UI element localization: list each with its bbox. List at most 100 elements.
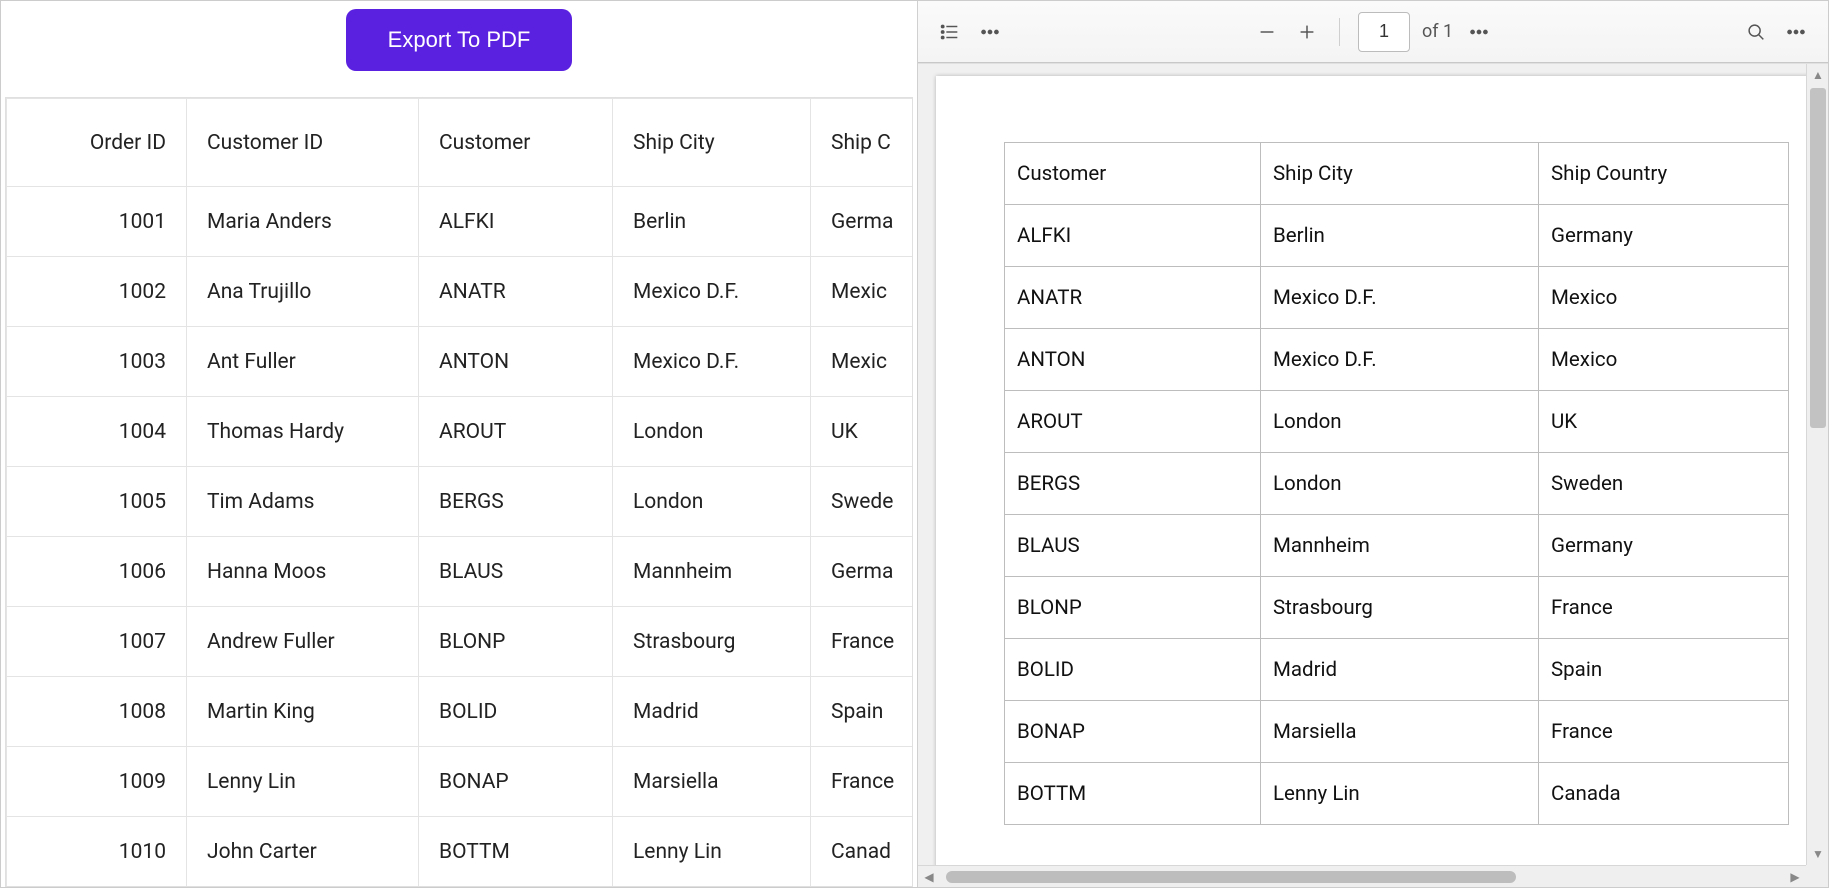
page-count-label: of 1	[1422, 21, 1453, 42]
pdf-cell-ship-country: Mexico	[1539, 329, 1789, 391]
cell-customer-id: Thomas Hardy	[187, 397, 419, 467]
cell-customer: BLAUS	[419, 537, 613, 607]
page-number-input[interactable]	[1358, 12, 1410, 52]
cell-ship-city: London	[613, 397, 811, 467]
pdf-cell-customer: BONAP	[1005, 701, 1261, 763]
cell-customer: BOTTM	[419, 817, 613, 887]
pdf-cell-ship-city: Madrid	[1261, 639, 1539, 701]
table-row[interactable]: 1007Andrew FullerBLONPStrasbourgFrance	[7, 607, 914, 677]
cell-ship-country: Mexic	[811, 257, 914, 327]
horizontal-scroll-thumb[interactable]	[946, 871, 1516, 883]
pdf-cell-customer: BOTTM	[1005, 763, 1261, 825]
scroll-up-arrow-icon[interactable]: ▲	[1807, 64, 1828, 86]
pdf-cell-customer: AROUT	[1005, 391, 1261, 453]
pdf-viewport[interactable]: Customer Ship City Ship Country ALFKIBer…	[918, 63, 1828, 887]
cell-customer-id: Ana Trujillo	[187, 257, 419, 327]
col-ship-city[interactable]: Ship City	[613, 99, 811, 187]
cell-customer: AROUT	[419, 397, 613, 467]
pdf-cell-customer: BLAUS	[1005, 515, 1261, 577]
col-ship-country[interactable]: Ship C	[811, 99, 914, 187]
pdf-cell-customer: BOLID	[1005, 639, 1261, 701]
pdf-cell-ship-city: Mexico D.F.	[1261, 267, 1539, 329]
pdf-cell-ship-country: France	[1539, 701, 1789, 763]
pdf-row: BLAUSMannheimGermany	[1005, 515, 1789, 577]
table-row[interactable]: 1002Ana TrujilloANATRMexico D.F.Mexic	[7, 257, 914, 327]
cell-ship-city: Lenny Lin	[613, 817, 811, 887]
scroll-left-arrow-icon[interactable]: ◀	[918, 866, 940, 887]
cell-customer-id: Martin King	[187, 677, 419, 747]
table-row[interactable]: 1009Lenny LinBONAPMarsiellaFrance	[7, 747, 914, 817]
cell-customer: BERGS	[419, 467, 613, 537]
table-row[interactable]: 1010John CarterBOTTMLenny LinCanad	[7, 817, 914, 887]
more-right-icon[interactable]	[1782, 18, 1810, 46]
cell-order-id: 1003	[7, 327, 187, 397]
table-row[interactable]: 1006Hanna MoosBLAUSMannheimGerma	[7, 537, 914, 607]
vertical-scrollbar[interactable]: ▲ ▼	[1806, 64, 1828, 865]
horizontal-scrollbar[interactable]: ◀ ▶	[918, 865, 1806, 887]
pdf-cell-ship-country: UK	[1539, 391, 1789, 453]
col-order-id[interactable]: Order ID	[7, 99, 187, 187]
scrollbar-corner	[1806, 865, 1828, 887]
cell-order-id: 1008	[7, 677, 187, 747]
cell-order-id: 1001	[7, 187, 187, 257]
cell-order-id: 1002	[7, 257, 187, 327]
cell-order-id: 1004	[7, 397, 187, 467]
scroll-right-arrow-icon[interactable]: ▶	[1784, 866, 1806, 887]
cell-ship-city: Mexico D.F.	[613, 327, 811, 397]
cell-ship-country: Swede	[811, 467, 914, 537]
toolbar-separator	[1339, 18, 1340, 46]
cell-order-id: 1005	[7, 467, 187, 537]
table-row[interactable]: 1008Martin KingBOLIDMadridSpain	[7, 677, 914, 747]
more-center-icon[interactable]	[1465, 18, 1493, 46]
pdf-row: AROUTLondonUK	[1005, 391, 1789, 453]
data-grid[interactable]: Order ID Customer ID Customer Ship City …	[5, 97, 913, 887]
pdf-cell-ship-country: Germany	[1539, 205, 1789, 267]
pdf-cell-ship-country: Sweden	[1539, 453, 1789, 515]
pdf-cell-ship-country: Germany	[1539, 515, 1789, 577]
cell-ship-city: Berlin	[613, 187, 811, 257]
cell-ship-city: Mexico D.F.	[613, 257, 811, 327]
cell-ship-city: London	[613, 467, 811, 537]
cell-ship-country: Germa	[811, 537, 914, 607]
pdf-col-ship-city: Ship City	[1261, 143, 1539, 205]
pdf-cell-ship-city: Lenny Lin	[1261, 763, 1539, 825]
cell-customer: ANTON	[419, 327, 613, 397]
cell-customer-id: Ant Fuller	[187, 327, 419, 397]
cell-order-id: 1009	[7, 747, 187, 817]
pdf-row: BOLIDMadridSpain	[1005, 639, 1789, 701]
pdf-col-customer: Customer	[1005, 143, 1261, 205]
table-row[interactable]: 1004Thomas HardyAROUTLondonUK	[7, 397, 914, 467]
cell-ship-city: Mannheim	[613, 537, 811, 607]
more-left-icon[interactable]	[976, 18, 1004, 46]
pdf-row: BLONPStrasbourgFrance	[1005, 577, 1789, 639]
pdf-cell-ship-city: Mexico D.F.	[1261, 329, 1539, 391]
cell-ship-city: Marsiella	[613, 747, 811, 817]
search-icon[interactable]	[1742, 18, 1770, 46]
table-row[interactable]: 1003Ant FullerANTONMexico D.F.Mexic	[7, 327, 914, 397]
cell-customer: BOLID	[419, 677, 613, 747]
cell-customer: BONAP	[419, 747, 613, 817]
zoom-out-icon[interactable]	[1253, 18, 1281, 46]
pdf-toolbar: of 1	[918, 1, 1828, 63]
toc-icon[interactable]	[936, 18, 964, 46]
table-row[interactable]: 1001Maria AndersALFKIBerlinGerma	[7, 187, 914, 257]
cell-customer: ANATR	[419, 257, 613, 327]
table-row[interactable]: 1005Tim AdamsBERGSLondonSwede	[7, 467, 914, 537]
pdf-row: BONAPMarsiellaFrance	[1005, 701, 1789, 763]
vertical-scroll-thumb[interactable]	[1810, 88, 1826, 428]
col-customer-id[interactable]: Customer ID	[187, 99, 419, 187]
pdf-row: ALFKIBerlinGermany	[1005, 205, 1789, 267]
scroll-down-arrow-icon[interactable]: ▼	[1807, 843, 1828, 865]
cell-customer-id: Hanna Moos	[187, 537, 419, 607]
pdf-cell-customer: ANATR	[1005, 267, 1261, 329]
col-customer[interactable]: Customer	[419, 99, 613, 187]
cell-customer: BLONP	[419, 607, 613, 677]
cell-customer-id: Tim Adams	[187, 467, 419, 537]
cell-order-id: 1007	[7, 607, 187, 677]
grid-header-row: Order ID Customer ID Customer Ship City …	[7, 99, 914, 187]
pdf-cell-customer: BERGS	[1005, 453, 1261, 515]
cell-ship-country: France	[811, 747, 914, 817]
cell-customer-id: John Carter	[187, 817, 419, 887]
zoom-in-icon[interactable]	[1293, 18, 1321, 46]
export-to-pdf-button[interactable]: Export To PDF	[346, 9, 573, 71]
